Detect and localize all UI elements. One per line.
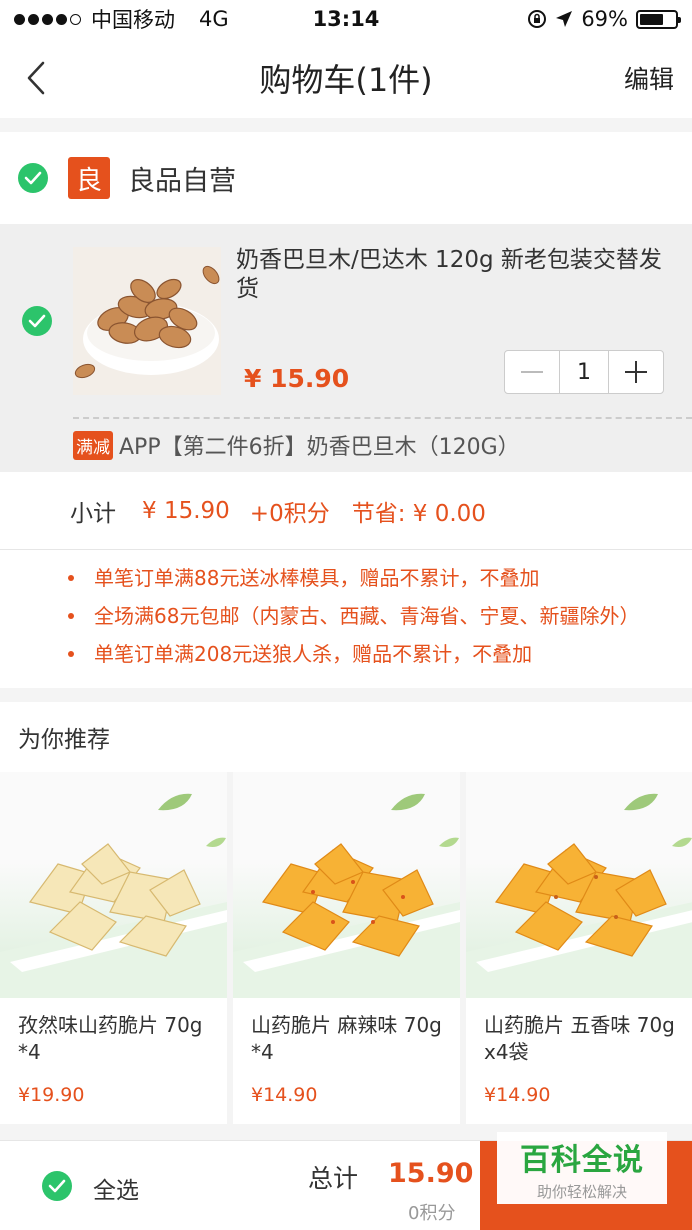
recommend-name: 山药脆片 麻辣味 70g*4 bbox=[251, 1013, 442, 1064]
shop-badge: 良 bbox=[68, 157, 110, 199]
recommend-name: 山药脆片 五香味 70gx4袋 bbox=[484, 1013, 675, 1064]
promo-tag: 满减 bbox=[73, 430, 113, 460]
subtotal-savings: 节省: ¥ 0.00 bbox=[351, 500, 486, 527]
minus-icon[interactable] bbox=[505, 351, 559, 393]
watermark-main: 百科全说 bbox=[520, 1142, 644, 1178]
subtotal-row: 小计 ¥ 15.90 +0积分 节省: ¥ 0.00 bbox=[0, 472, 692, 550]
plus-icon[interactable] bbox=[609, 351, 663, 393]
signal-strength-icon bbox=[14, 13, 81, 25]
nav-bar: 购物车(1件) 编辑 bbox=[0, 38, 692, 118]
page-title: 购物车(1件) bbox=[259, 61, 433, 99]
shop-name[interactable]: 良品自营 bbox=[128, 159, 236, 198]
rotation-lock-icon bbox=[528, 10, 547, 28]
total-value: 15.90 bbox=[388, 1158, 474, 1189]
recommend-card[interactable]: 山药脆片 麻辣味 70g*4 ¥14.90 bbox=[233, 772, 460, 1124]
edit-button[interactable]: 编辑 bbox=[624, 60, 674, 96]
network-label: 4G bbox=[199, 7, 229, 31]
battery-icon bbox=[636, 9, 681, 29]
promo-row: 满减 APP【第二件6折】奶香巴旦木（120G） bbox=[73, 429, 520, 461]
recommend-card[interactable]: 孜然味山药脆片 70g*4 ¥19.90 bbox=[0, 772, 227, 1124]
promo-notice-list: 单笔订单满88元送冰棒模具，赠品不累计，不叠加 全场满68元包邮（内蒙古、西藏、… bbox=[0, 550, 692, 688]
status-bar: 中国移动 4G 13:14 69% bbox=[0, 0, 692, 38]
item-check-icon[interactable] bbox=[22, 306, 52, 336]
recommend-price: ¥14.90 bbox=[484, 1084, 551, 1106]
status-right: 69% bbox=[527, 7, 681, 31]
cart-item: 奶香巴旦木/巴达木 120g 新老包装交替发货 ¥ 15.90 1 满减 APP… bbox=[0, 224, 692, 472]
subtotal-price: ¥ 15.90 bbox=[142, 497, 230, 524]
watermark-sub: 助你轻松解决 bbox=[536, 1182, 627, 1201]
battery-fill bbox=[640, 13, 664, 25]
subtotal-label: 小计 bbox=[70, 500, 116, 527]
battery-percent: 69% bbox=[581, 7, 628, 31]
recommend-image[interactable] bbox=[233, 772, 460, 998]
recommend-grid: 孜然味山药脆片 70g*4 ¥19.90 山药脆片 麻辣味 70g*4 ¥14.… bbox=[0, 772, 692, 1124]
shop-header: 良 良品自营 bbox=[0, 132, 692, 224]
recommend-title: 为你推荐 bbox=[0, 702, 692, 772]
promo-notice: 全场满68元包邮（内蒙古、西藏、青海省、宁夏、新疆除外） bbox=[68, 604, 666, 628]
recommend-price: ¥14.90 bbox=[251, 1084, 318, 1106]
promo-notice: 单笔订单满88元送冰棒模具，赠品不累计，不叠加 bbox=[68, 566, 666, 590]
status-left: 中国移动 4G bbox=[14, 4, 229, 34]
quantity-stepper: 1 bbox=[504, 350, 664, 394]
product-name[interactable]: 奶香巴旦木/巴达木 120g 新老包装交替发货 bbox=[236, 246, 676, 304]
watermark-logo: 百科全说 助你轻松解决 bbox=[497, 1132, 667, 1204]
select-all-label[interactable]: 全选 bbox=[93, 1171, 139, 1205]
recommend-image[interactable] bbox=[0, 772, 227, 998]
promo-notice: 单笔订单满208元送狼人杀，赠品不累计，不叠加 bbox=[68, 642, 666, 666]
divider bbox=[73, 417, 692, 419]
subtotal-points: +0积分 bbox=[249, 500, 330, 527]
back-icon[interactable] bbox=[26, 60, 62, 96]
location-arrow-icon bbox=[556, 11, 573, 27]
shop-check-icon[interactable] bbox=[18, 163, 48, 193]
product-price: ¥ 15.90 bbox=[244, 364, 350, 393]
total-points: 0积分 bbox=[408, 1203, 456, 1224]
recommend-image[interactable] bbox=[466, 772, 692, 998]
select-all-check-icon[interactable] bbox=[42, 1171, 72, 1201]
recommend-name: 孜然味山药脆片 70g*4 bbox=[18, 1013, 203, 1064]
total-label: 总计 bbox=[308, 1164, 359, 1193]
carrier-label: 中国移动 bbox=[91, 8, 175, 32]
recommend-card[interactable]: 山药脆片 五香味 70gx4袋 ¥14.90 bbox=[466, 772, 692, 1124]
quantity-value[interactable]: 1 bbox=[559, 351, 609, 393]
status-time: 13:14 bbox=[312, 7, 380, 31]
promo-text: APP【第二件6折】奶香巴旦木（120G） bbox=[119, 435, 520, 460]
product-image[interactable] bbox=[73, 247, 221, 395]
recommend-price: ¥19.90 bbox=[18, 1084, 85, 1106]
